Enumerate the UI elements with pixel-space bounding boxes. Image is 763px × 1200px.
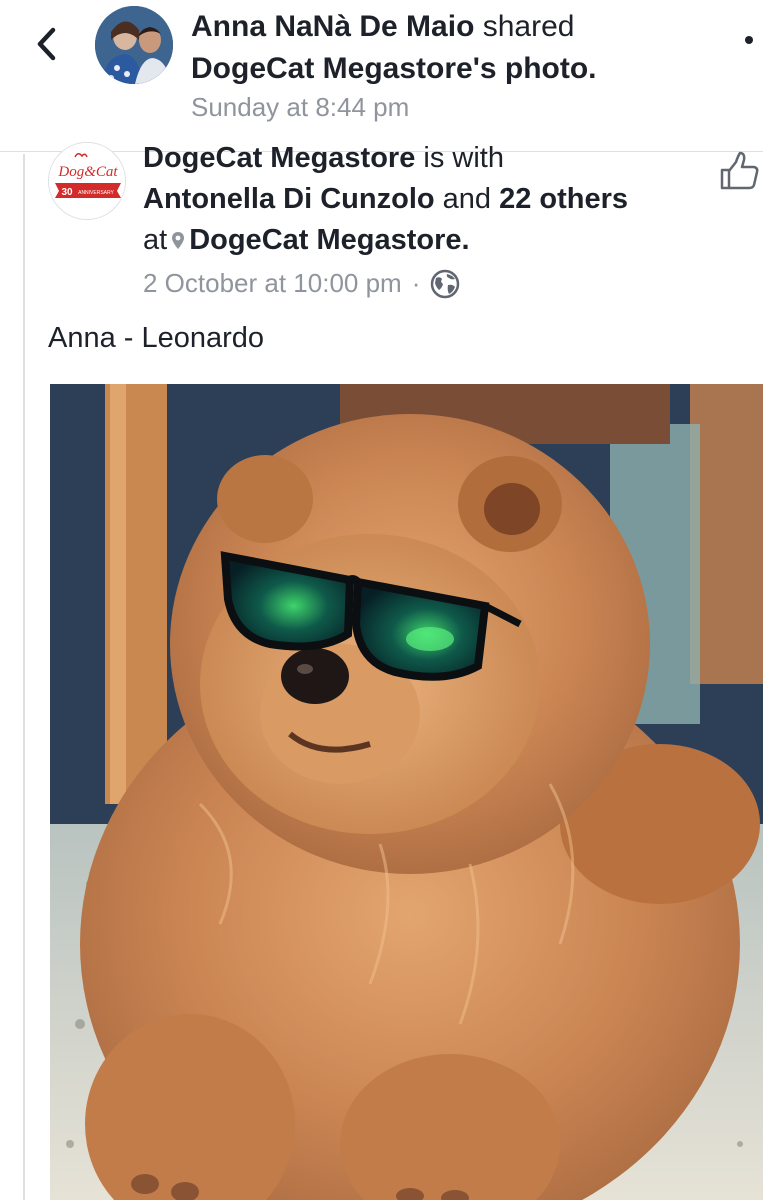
- location-pin-icon: [172, 232, 185, 250]
- tagged-others-link[interactable]: 22 others: [499, 183, 628, 215]
- chevron-left-icon: [37, 27, 56, 61]
- post-meta: 2 October at 10:00 pm ·: [143, 268, 460, 299]
- at-text: at: [143, 224, 168, 256]
- globe-icon: [431, 269, 460, 298]
- logo-number: 30: [61, 187, 73, 198]
- and-text: and: [434, 183, 500, 215]
- post-timestamp[interactable]: 2 October at 10:00 pm: [143, 268, 402, 299]
- chow-chow-with-sunglasses-photo: [50, 384, 763, 1200]
- share-verb: shared: [474, 10, 575, 43]
- sharer-avatar[interactable]: [95, 6, 173, 84]
- location-link[interactable]: DogeCat Megastore: [189, 224, 461, 256]
- owner-possessive: 's: [472, 52, 497, 85]
- post-photo[interactable]: [50, 384, 763, 1200]
- post-caption: Anna - Leonardo: [48, 322, 265, 354]
- post-header-text: DogeCat Megastore is with Antonella Di C…: [143, 138, 713, 261]
- actor-name-link[interactable]: Anna NaNà De Maio: [191, 10, 474, 43]
- sharer-avatar-photo: [95, 6, 173, 84]
- shared-post-header: Anna NaNà De Maio shared DogeCat Megasto…: [0, 0, 763, 152]
- tagged-person-link[interactable]: Antonella Di Cunzolo: [143, 183, 435, 215]
- page-avatar[interactable]: Dog&Cat 30 ANNIVERSARY: [48, 142, 126, 220]
- screen: Anna NaNà De Maio shared DogeCat Megasto…: [0, 0, 763, 1200]
- location-period: .: [461, 224, 470, 256]
- page-name-link[interactable]: DogeCat Megastore: [143, 142, 415, 174]
- photo-owner-link[interactable]: DogeCat Megastore: [191, 52, 473, 85]
- like-button[interactable]: [718, 150, 762, 194]
- share-timestamp[interactable]: Sunday at 8:44 pm: [191, 92, 409, 123]
- share-description: Anna NaNà De Maio shared DogeCat Megasto…: [191, 6, 711, 90]
- back-button[interactable]: [26, 24, 66, 64]
- dogecat-logo: Dog&Cat 30 ANNIVERSARY: [49, 143, 125, 219]
- with-text: is with: [415, 142, 504, 174]
- more-dots-icon[interactable]: [745, 36, 753, 44]
- photo-link[interactable]: photo.: [497, 52, 597, 85]
- thumbs-up-icon: [720, 151, 759, 190]
- logo-ribbon-text: ANNIVERSARY: [78, 190, 114, 196]
- meta-separator: ·: [411, 268, 421, 298]
- logo-wordmark: Dog&Cat: [57, 164, 118, 180]
